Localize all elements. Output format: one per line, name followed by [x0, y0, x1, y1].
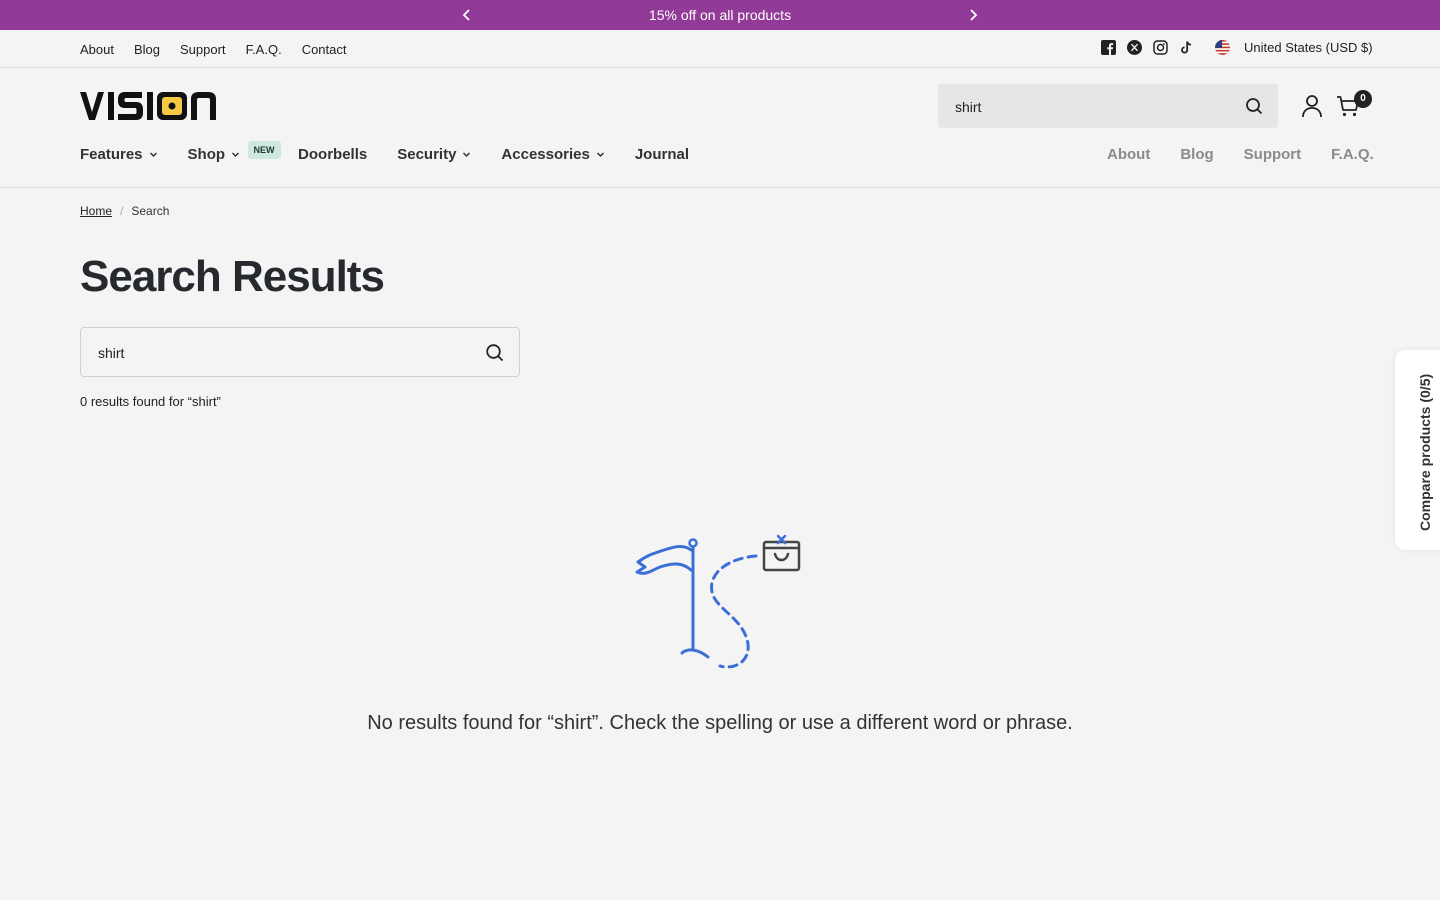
chevron-down-icon: [463, 152, 471, 158]
nav-label: Accessories: [501, 146, 590, 163]
header-search-input[interactable]: shirt: [938, 84, 1278, 128]
main-nav: Features Shop NEW Doorbells Security Acc…: [80, 141, 719, 163]
facebook-icon[interactable]: [1101, 40, 1116, 55]
utility-link-blog[interactable]: Blog: [134, 42, 160, 57]
utility-link-faq[interactable]: F.A.Q.: [246, 42, 282, 57]
compare-products-tab[interactable]: Compare products (0/5): [1395, 350, 1440, 550]
account-icon[interactable]: [1301, 94, 1323, 118]
utility-link-about[interactable]: About: [80, 42, 114, 57]
chevron-down-icon: [149, 152, 157, 158]
secondary-nav: About Blog Support F.A.Q.: [1107, 146, 1374, 163]
announcement-bar: 15% off on all products: [0, 0, 1440, 30]
page-title: Search Results: [80, 252, 385, 301]
nav-label: Journal: [634, 146, 690, 163]
nav-label: Features: [80, 146, 143, 163]
header-divider: [0, 187, 1440, 188]
breadcrumb: Home / Search: [80, 204, 169, 218]
tiktok-icon[interactable]: [1179, 40, 1194, 55]
chevron-right-icon[interactable]: [964, 6, 982, 24]
us-flag-icon: [1215, 40, 1230, 55]
country-selector[interactable]: United States (USD $): [1215, 40, 1373, 55]
secondary-nav-faq[interactable]: F.A.Q.: [1331, 146, 1374, 163]
header-search-value: shirt: [955, 99, 982, 115]
nav-label: Security: [397, 146, 457, 163]
secondary-nav-blog[interactable]: Blog: [1180, 146, 1213, 163]
breadcrumb-home[interactable]: Home: [80, 204, 112, 218]
nav-label: Shop: [187, 146, 226, 163]
utility-links: About Blog Support F.A.Q. Contact: [80, 42, 347, 57]
search-icon[interactable]: [485, 343, 504, 362]
chevron-down-icon: [596, 152, 604, 158]
secondary-nav-support[interactable]: Support: [1244, 146, 1302, 163]
announcement-text: 15% off on all products: [648, 7, 792, 23]
secondary-nav-about[interactable]: About: [1107, 146, 1150, 163]
empty-results-message: No results found for “shirt”. Check the …: [367, 712, 1073, 734]
country-label: United States (USD $): [1244, 40, 1373, 55]
breadcrumb-separator: /: [120, 204, 124, 218]
instagram-icon[interactable]: [1153, 40, 1168, 55]
x-twitter-icon[interactable]: [1127, 40, 1142, 55]
new-badge: NEW: [247, 141, 281, 159]
nav-item-shop[interactable]: Shop NEW: [187, 141, 281, 163]
nav-item-security[interactable]: Security: [397, 146, 471, 163]
chevron-down-icon: [232, 152, 240, 158]
breadcrumb-current: Search: [131, 204, 170, 218]
search-input[interactable]: shirt: [80, 327, 520, 377]
utility-bar: About Blog Support F.A.Q. Contact United…: [0, 30, 1440, 68]
vision-logo[interactable]: [80, 89, 216, 123]
nav-label: Doorbells: [298, 146, 368, 163]
empty-results-illustration: [630, 532, 810, 674]
nav-item-journal[interactable]: Journal: [635, 146, 689, 163]
search-icon[interactable]: [1245, 97, 1263, 115]
social-links: [1101, 40, 1194, 55]
utility-link-support[interactable]: Support: [180, 42, 226, 57]
cart-count-badge: 0: [1354, 90, 1372, 108]
compare-products-label: Compare products (0/5): [1417, 373, 1433, 531]
results-count: 0 results found for “shirt”: [80, 394, 221, 409]
nav-item-accessories[interactable]: Accessories: [501, 146, 604, 163]
search-input-value: shirt: [98, 345, 125, 361]
nav-item-doorbells[interactable]: Doorbells: [298, 146, 367, 163]
nav-item-features[interactable]: Features: [80, 146, 158, 163]
utility-link-contact[interactable]: Contact: [302, 42, 347, 57]
